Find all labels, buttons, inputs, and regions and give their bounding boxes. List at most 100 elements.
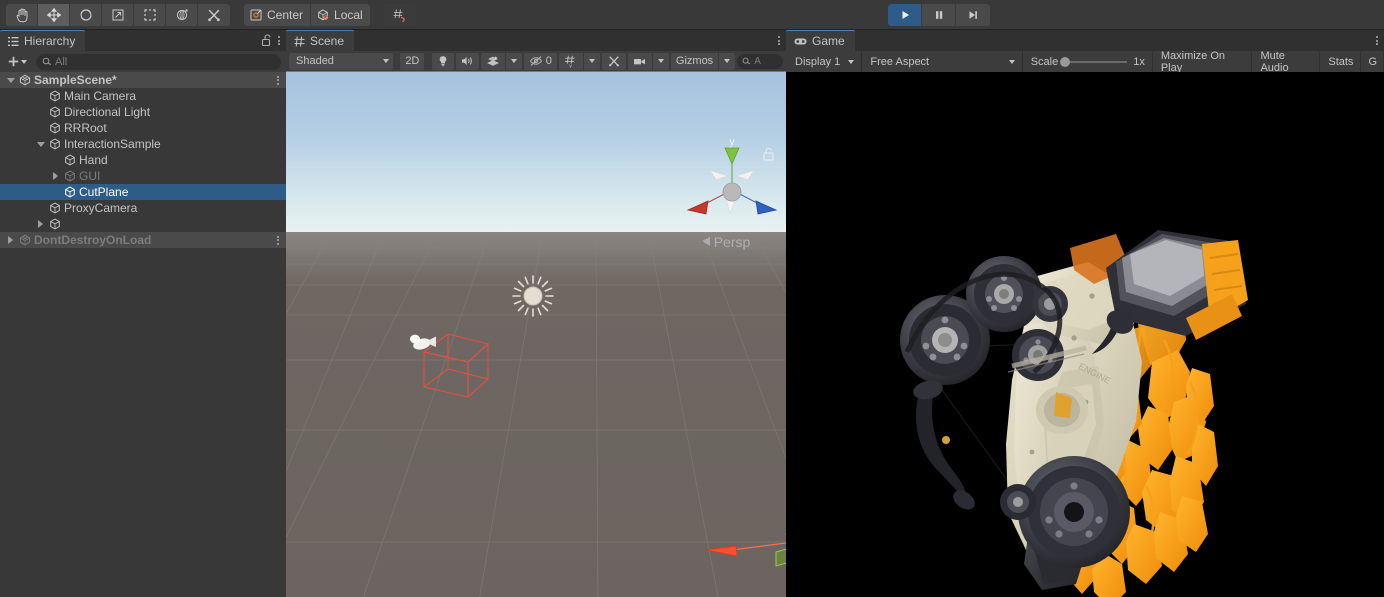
- draw-mode-dropdown[interactable]: Shaded: [289, 52, 393, 70]
- gameobject-icon: [47, 218, 62, 230]
- aspect-caret-icon: [1008, 59, 1015, 64]
- tools-icon: [208, 9, 220, 21]
- hierarchy-item-label: CutPlane: [79, 185, 129, 199]
- stats-label: Stats: [1328, 55, 1354, 68]
- eye-off-icon: [529, 56, 542, 66]
- gamepad-icon: [794, 38, 807, 44]
- pivot-rotation-button[interactable]: Local: [311, 3, 370, 26]
- scene-lighting-button[interactable]: [431, 52, 454, 70]
- tab-scene[interactable]: Scene: [286, 30, 355, 51]
- rotate-tool-button[interactable]: [70, 3, 102, 26]
- scene-fx-dropdown[interactable]: [505, 52, 522, 70]
- hierarchy-row-menu-icon[interactable]: [277, 232, 279, 248]
- foldout-expanded-icon[interactable]: [4, 77, 17, 83]
- pause-icon: [935, 11, 942, 19]
- scene-overlay: y x z Persp: [286, 136, 786, 597]
- svg-text:y: y: [569, 63, 572, 68]
- scene-icon: [17, 234, 32, 246]
- hierarchy-item-proxycamera[interactable]: ProxyCamera: [0, 200, 286, 216]
- maximize-on-play-toggle[interactable]: Maximize On Play: [1154, 49, 1253, 74]
- scene-tabbar-actions: [778, 30, 786, 51]
- scene-audio-button[interactable]: [455, 52, 479, 70]
- aspect-dropdown[interactable]: Free Aspect: [863, 51, 1023, 72]
- 2d-toggle-button[interactable]: 2D: [400, 52, 425, 70]
- hierarchy-item-hand[interactable]: Hand: [0, 152, 286, 168]
- scene-camera-button[interactable]: [627, 52, 653, 70]
- scale-slider-track[interactable]: [1060, 56, 1128, 67]
- pivot-mode-button[interactable]: Center: [244, 3, 312, 26]
- move-tool-button[interactable]: [38, 3, 70, 26]
- scene-grid-dropdown[interactable]: [583, 52, 600, 70]
- tab-game-label: Game: [812, 34, 845, 48]
- grid-snapping-button[interactable]: [383, 3, 416, 26]
- scale-slider-knob[interactable]: [1060, 56, 1071, 67]
- play-button[interactable]: [888, 4, 922, 26]
- tab-game[interactable]: Game: [786, 30, 855, 51]
- hierarchy-item-label: GUI: [79, 169, 101, 183]
- hierarchy-item-unnamed[interactable]: [0, 216, 286, 232]
- game-viewport[interactable]: ENGINE: [786, 72, 1384, 597]
- move-gizmo: [705, 533, 786, 567]
- 2d-toggle-label: 2D: [405, 55, 420, 67]
- foldout-collapsed-icon[interactable]: [34, 220, 47, 228]
- hand-tool-button[interactable]: [6, 3, 38, 26]
- camera-icon: [633, 58, 645, 64]
- hierarchy-item-cutplane[interactable]: CutPlane: [0, 184, 286, 200]
- hierarchy-item-rrroot[interactable]: RRRoot: [0, 120, 286, 136]
- maximize-on-play-label: Maximize On Play: [1160, 49, 1226, 74]
- scene-menu-icon[interactable]: [778, 36, 780, 45]
- scene-visibility-button[interactable]: 0: [523, 52, 557, 70]
- hierarchy-item-dontdestroyonload[interactable]: DontDestroyOnLoad: [0, 232, 286, 248]
- hierarchy-icon: [8, 36, 19, 46]
- hierarchy-item-samplescene[interactable]: SampleScene*: [0, 72, 286, 88]
- scale-tool-button[interactable]: [102, 3, 134, 26]
- scene-search-placeholder: A: [754, 55, 761, 67]
- hierarchy-item-main-camera[interactable]: Main Camera: [0, 88, 286, 104]
- hierarchy-menu-icon[interactable]: [278, 36, 280, 45]
- hierarchy-row-menu-icon[interactable]: [277, 72, 279, 88]
- game-gizmos-dropdown[interactable]: G: [1362, 51, 1384, 72]
- scene-camera-dropdown[interactable]: [652, 52, 669, 70]
- foldout-expanded-icon[interactable]: [34, 141, 47, 147]
- game-menu-icon[interactable]: [1376, 36, 1378, 45]
- gameobject-icon: [47, 122, 62, 134]
- scene-gizmos-dropdown[interactable]: [719, 52, 736, 70]
- hierarchy-tree[interactable]: SampleScene* Main Camera Directional Light…: [0, 72, 286, 597]
- search-icon: [42, 57, 52, 65]
- display-dropdown[interactable]: Display 1: [788, 51, 863, 72]
- hierarchy-item-directional-light[interactable]: Directional Light: [0, 104, 286, 120]
- hierarchy-tabbar-actions: [261, 30, 286, 51]
- scale-slider[interactable]: Scale 1x: [1024, 51, 1153, 72]
- scene-camera-combo: [627, 52, 669, 70]
- lock-open-icon[interactable]: [261, 34, 272, 47]
- rect-tool-button[interactable]: [134, 3, 166, 26]
- add-gameobject-button[interactable]: [5, 55, 29, 68]
- foldout-collapsed-icon[interactable]: [4, 236, 17, 244]
- stats-toggle[interactable]: Stats: [1321, 51, 1362, 72]
- hierarchy-search-input[interactable]: All: [36, 53, 281, 70]
- pause-button[interactable]: [922, 4, 956, 26]
- transform-tool-button[interactable]: [166, 3, 198, 26]
- rotate-icon: [79, 8, 92, 21]
- tab-hierarchy[interactable]: Hierarchy: [0, 30, 86, 51]
- scene-gizmos-button[interactable]: Gizmos: [670, 52, 720, 70]
- scene-search-input[interactable]: A: [737, 53, 783, 69]
- grid-y-icon: y: [564, 55, 575, 68]
- step-button[interactable]: [956, 4, 990, 26]
- game-gizmos-label: G: [1368, 55, 1377, 68]
- hierarchy-item-interactionsample[interactable]: InteractionSample: [0, 136, 286, 152]
- playmode-controls: [888, 4, 990, 26]
- scene-viewport[interactable]: y x z Persp: [286, 72, 786, 597]
- scene-gizmos-combo: Gizmos: [670, 52, 736, 70]
- scale-icon: [112, 9, 123, 20]
- hierarchy-item-label: ProxyCamera: [64, 201, 138, 215]
- scene-grid-button[interactable]: y: [558, 52, 584, 70]
- mute-audio-toggle[interactable]: Mute Audio: [1253, 50, 1321, 74]
- foldout-collapsed-icon[interactable]: [49, 172, 62, 180]
- custom-tools-button[interactable]: [198, 3, 230, 26]
- scene-fx-button[interactable]: [480, 52, 506, 70]
- main-toolbar: Center Local: [0, 0, 1384, 30]
- scene-component-tools-button[interactable]: [601, 52, 626, 70]
- scene-tab-icon: [294, 35, 305, 47]
- hierarchy-item-gui[interactable]: GUI: [0, 168, 286, 184]
